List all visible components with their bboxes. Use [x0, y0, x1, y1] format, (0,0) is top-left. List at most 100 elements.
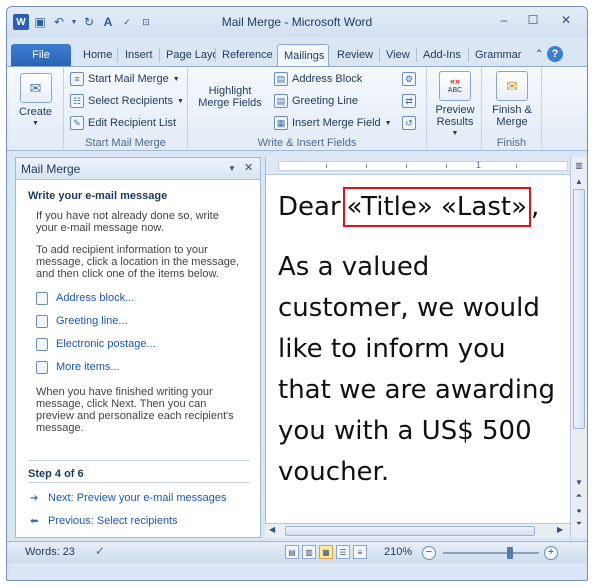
rules-button[interactable]: ⚙ — [402, 72, 416, 86]
tab-page-layout[interactable]: Page Layo — [160, 44, 215, 66]
group-finish: ✉ Finish & Merge Finish — [482, 67, 542, 151]
minimize-button[interactable]: – — [491, 11, 517, 29]
electronic-postage-link[interactable]: Electronic postage... — [36, 337, 156, 351]
greeting-line-icon — [36, 314, 48, 328]
next-page-icon[interactable]: ⏷ — [572, 517, 586, 531]
more-items-icon — [36, 360, 48, 374]
word-window: W ▣ ↶ ▼ ↻ A ✓ ⊡ Mail Merge - Microsoft W… — [6, 6, 588, 581]
maximize-button[interactable]: ☐ — [520, 11, 546, 29]
address-block-icon — [36, 291, 48, 305]
tab-mailings[interactable]: Mailings — [277, 44, 329, 66]
ruler-toggle-icon[interactable]: ▥ — [572, 158, 586, 172]
address-block-button[interactable]: ▤ Address Block — [274, 72, 362, 86]
horizontal-scroll-thumb[interactable] — [285, 526, 535, 536]
scroll-left-icon[interactable]: ◀ — [269, 525, 275, 534]
more-items-link[interactable]: More items... — [36, 360, 120, 374]
help-icon[interactable]: ? — [547, 46, 563, 62]
chevron-down-icon: ▼ — [177, 97, 184, 105]
select-recipients-button[interactable]: ☷ Select Recipients ▼ — [70, 94, 184, 108]
zoom-in-icon[interactable]: + — [544, 546, 558, 560]
zoom-slider-track[interactable] — [443, 552, 539, 554]
update-labels-button[interactable]: ↺ — [402, 116, 416, 130]
dropdown-icon[interactable]: ▼ — [70, 14, 78, 30]
group-start-mail-merge: ≡ Start Mail Merge ▼ ☷ Select Recipients… — [64, 67, 188, 151]
select-browse-object-icon[interactable]: ● — [572, 503, 586, 517]
salutation-comma: , — [531, 192, 540, 222]
ruler-tick — [366, 164, 367, 168]
finish-merge-button[interactable]: ✉ Finish & Merge — [488, 71, 536, 128]
create-button[interactable]: ✉ Create ▼ — [19, 73, 52, 130]
proofing-icon[interactable]: ✓ — [95, 544, 105, 558]
tab-references[interactable]: Reference — [216, 44, 276, 66]
tab-insert[interactable]: Insert — [119, 44, 159, 66]
previous-page-icon[interactable]: ⏶ — [572, 489, 586, 503]
tab-view[interactable]: View — [380, 44, 416, 66]
close-pane-icon[interactable]: ✕ — [244, 161, 253, 174]
scroll-right-icon[interactable]: ▶ — [557, 525, 563, 534]
zoom-level[interactable]: 210% — [384, 546, 412, 558]
pane-options-icon[interactable]: ▼ — [228, 164, 236, 173]
zoom-slider-knob[interactable] — [507, 547, 513, 559]
next-step-link[interactable]: ➔ Next: Preview your e-mail messages — [30, 492, 227, 504]
ruler-number: 1 — [476, 160, 482, 170]
vertical-scroll-thumb[interactable] — [573, 189, 585, 429]
close-button[interactable]: ✕ — [549, 11, 583, 29]
chevron-down-icon: ▼ — [32, 120, 39, 127]
redo-icon[interactable]: ↻ — [81, 14, 97, 30]
group-label: Start Mail Merge — [85, 137, 166, 149]
salutation-line: Dear «Title» «Last», — [278, 187, 563, 247]
web-layout-view-icon[interactable]: ▦ — [319, 545, 333, 559]
document-area[interactable]: 1 Dear «Title» «Last», As a valued custom… — [265, 157, 570, 538]
match-fields-icon: ⇄ — [402, 94, 416, 108]
edit-recipient-list-button[interactable]: ✎ Edit Recipient List — [70, 116, 176, 130]
greeting-line-link[interactable]: Greeting line... — [36, 314, 128, 328]
recipients-icon: ☷ — [70, 94, 84, 108]
chevron-down-icon: ▼ — [384, 119, 392, 127]
body-line: like to inform you — [278, 334, 506, 364]
spelling-icon[interactable]: ✓ — [119, 14, 135, 30]
outline-view-icon[interactable]: ☰ — [336, 545, 350, 559]
match-fields-button[interactable]: ⇄ — [402, 94, 416, 108]
start-mail-merge-button[interactable]: ≡ Start Mail Merge ▼ — [70, 72, 180, 86]
font-color-icon[interactable]: A — [100, 14, 116, 30]
vertical-scrollbar[interactable]: ▥ ▲ ▼ ⏶ ● ⏷ — [570, 157, 587, 538]
word-count[interactable]: Words: 23 — [25, 546, 75, 558]
highlight-merge-fields-button[interactable]: Highlight Merge Fields — [194, 85, 266, 109]
previous-step-link[interactable]: ⬅ Previous: Select recipients — [30, 515, 178, 527]
divider — [28, 460, 250, 461]
tab-review[interactable]: Review — [331, 44, 379, 66]
zoom-out-icon[interactable]: − — [422, 546, 436, 560]
divider — [28, 482, 250, 483]
pane-paragraph-intro: If you have not already done so, write y… — [36, 210, 219, 234]
print-layout-view-icon[interactable]: ▤ — [285, 545, 299, 559]
merge-fields-highlight[interactable]: «Title» «Last» — [342, 187, 531, 227]
tab-add-ins[interactable]: Add-Ins — [417, 44, 467, 66]
greeting-line-button[interactable]: ▤ Greeting Line — [274, 94, 358, 108]
group-write-insert-fields: Highlight Merge Fields ▤ Address Block ▤… — [188, 67, 427, 151]
save-icon[interactable]: ▣ — [32, 14, 48, 30]
horizontal-ruler[interactable]: 1 — [266, 157, 570, 175]
title-bar: W ▣ ↶ ▼ ↻ A ✓ ⊡ Mail Merge - Microsoft W… — [7, 7, 587, 37]
salutation-word: Dear — [278, 192, 341, 222]
full-screen-reading-icon[interactable]: ▥ — [302, 545, 316, 559]
tab-grammar[interactable]: Grammar — [469, 44, 527, 66]
draft-view-icon[interactable]: ≡ — [353, 545, 367, 559]
document-text[interactable]: Dear «Title» «Last», As a valued customer… — [278, 187, 563, 493]
ruler-tick — [406, 164, 407, 168]
step-indicator: Step 4 of 6 — [28, 468, 84, 480]
scroll-up-icon[interactable]: ▲ — [572, 174, 586, 188]
insert-merge-field-button[interactable]: ▦ Insert Merge Field ▼ — [274, 116, 392, 130]
word-icon[interactable]: W — [13, 14, 29, 30]
tab-home[interactable]: Home — [77, 44, 118, 66]
tab-file[interactable]: File — [11, 44, 71, 66]
undo-icon[interactable]: ↶ — [51, 14, 67, 30]
merge-field-icon: ▦ — [274, 116, 288, 130]
scroll-down-icon[interactable]: ▼ — [572, 475, 586, 489]
customize-dropdown-icon[interactable]: ⊡ — [138, 14, 154, 30]
edit-list-icon: ✎ — [70, 116, 84, 130]
preview-results-button[interactable]: «» ABC Preview Results ▼ — [433, 71, 477, 140]
pane-heading: Write your e-mail message — [28, 190, 168, 202]
horizontal-scrollbar[interactable]: ◀ ▶ — [265, 523, 570, 538]
envelope-icon: ✉ — [19, 73, 52, 103]
address-block-link[interactable]: Address block... — [36, 291, 134, 305]
